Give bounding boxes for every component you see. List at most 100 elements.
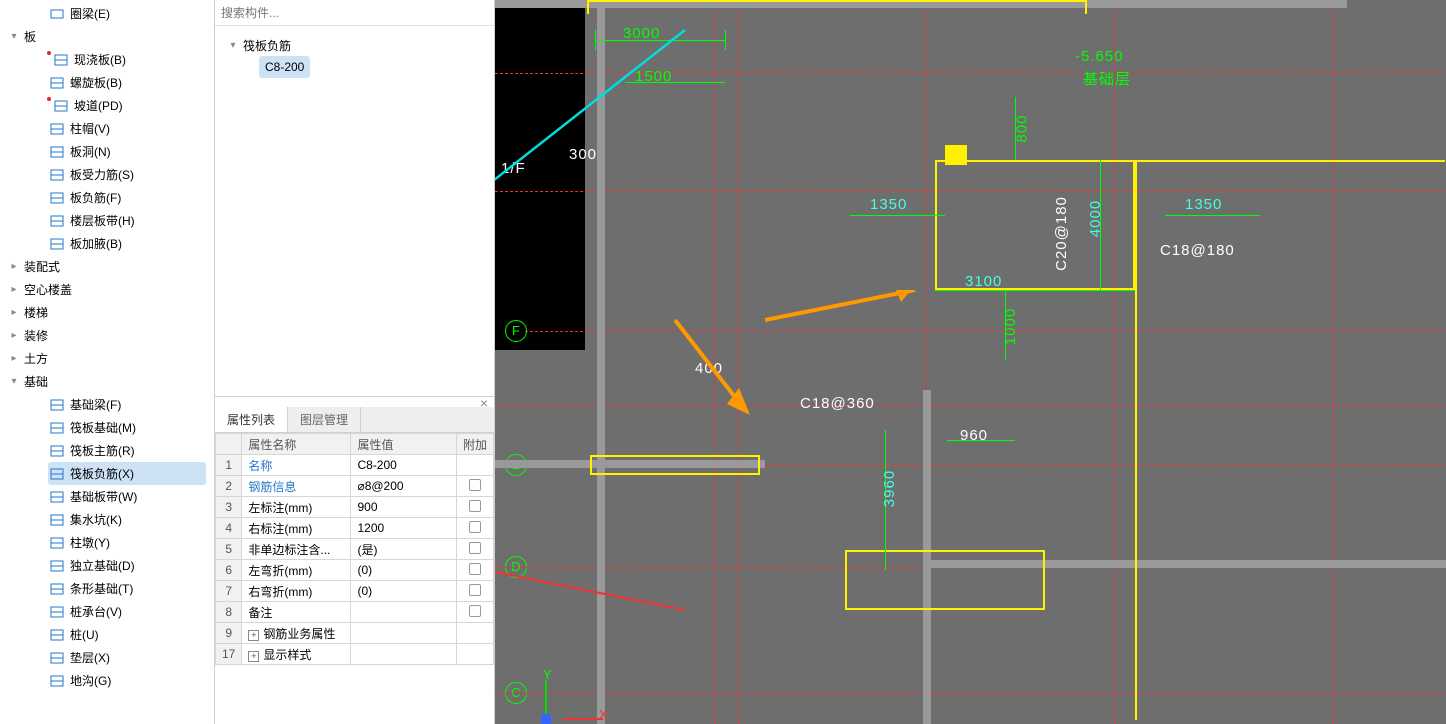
prop-name: 非单边标注含...	[242, 539, 351, 560]
prop-value[interactable]: (0)	[351, 581, 457, 602]
property-row[interactable]: 1名称C8-200	[216, 455, 494, 476]
prop-extra[interactable]	[456, 497, 493, 518]
tree-item[interactable]: 垫层(X)	[0, 646, 214, 669]
property-row[interactable]: 17+显示样式	[216, 644, 494, 665]
checkbox[interactable]	[469, 479, 481, 491]
prop-value[interactable]: (是)	[351, 539, 457, 560]
tree-item[interactable]: 螺旋板(B)	[0, 71, 214, 94]
prop-extra[interactable]	[456, 644, 493, 665]
dimext	[595, 30, 596, 50]
tab-properties[interactable]: 属性列表	[215, 407, 288, 432]
tree-label: 螺旋板(B)	[70, 74, 122, 91]
tree-label: 筏板主筋(R)	[70, 442, 135, 459]
property-row[interactable]: 5非单边标注含...(是)	[216, 539, 494, 560]
property-row[interactable]: 6左弯折(mm)(0)	[216, 560, 494, 581]
prop-extra[interactable]	[456, 476, 493, 497]
property-row[interactable]: 8备注	[216, 602, 494, 623]
tree-label: 现浇板(B)	[74, 51, 126, 68]
tree-item[interactable]: 桩(U)	[0, 623, 214, 646]
tree-item[interactable]: 板加腋(B)	[0, 232, 214, 255]
tree-item[interactable]: 桩承台(V)	[0, 600, 214, 623]
property-grid: 属性名称 属性值 附加 1名称C8-2002钢筋信息⌀8@2003左标注(mm)…	[215, 433, 494, 665]
tree-item[interactable]: 基础梁(F)	[0, 393, 214, 416]
tree-item[interactable]: 筏板基础(M)	[0, 416, 214, 439]
prop-name: +钢筋业务属性	[242, 623, 351, 644]
expand-icon[interactable]: +	[248, 630, 259, 641]
prop-value[interactable]: 900	[351, 497, 457, 518]
tree-label: 条形基础(T)	[70, 580, 133, 597]
prop-value[interactable]	[351, 623, 457, 644]
tree-group[interactable]: ▸装配式	[0, 255, 214, 278]
tree-item-ring-beam[interactable]: 圈梁(E)	[0, 2, 214, 25]
prop-extra[interactable]	[456, 518, 493, 539]
tree-item[interactable]: 筏板主筋(R)	[0, 439, 214, 462]
drawing-canvas[interactable]: F E D C 1/F 3000 1500 300 400 1350 1350 …	[495, 0, 1446, 724]
checkbox[interactable]	[469, 500, 481, 512]
property-row[interactable]: 9+钢筋业务属性	[216, 623, 494, 644]
checkbox[interactable]	[469, 542, 481, 554]
prop-extra[interactable]	[456, 581, 493, 602]
prop-value[interactable]	[351, 602, 457, 623]
tree-group-foundation[interactable]: ▾基础	[0, 370, 214, 393]
tree-group-board[interactable]: ▾板	[0, 25, 214, 48]
property-row[interactable]: 7右弯折(mm)(0)	[216, 581, 494, 602]
tree-group[interactable]: ▸空心楼盖	[0, 278, 214, 301]
checkbox[interactable]	[469, 584, 481, 596]
subtree-item-c8-200[interactable]: C8-200	[259, 56, 310, 78]
tree-label: 圈梁(E)	[70, 5, 110, 22]
tree-item[interactable]: 坡道(PD)	[0, 94, 214, 117]
dimext	[725, 30, 726, 50]
expand-icon[interactable]: +	[248, 651, 259, 662]
tree-item[interactable]: 筏板负筋(X)	[48, 462, 206, 485]
tree-item[interactable]: 柱墩(Y)	[0, 531, 214, 554]
row-number: 3	[216, 497, 242, 518]
grid-marker-F: F	[505, 320, 527, 342]
tree-group[interactable]: ▸楼梯	[0, 301, 214, 324]
subtree-root[interactable]: ▾筏板负筋	[227, 34, 486, 56]
tree-group[interactable]: ▸土方	[0, 347, 214, 370]
property-row[interactable]: 4右标注(mm)1200	[216, 518, 494, 539]
prop-extra[interactable]	[456, 602, 493, 623]
dim-400: 400	[695, 360, 723, 377]
tree-label: 柱墩(Y)	[70, 534, 110, 551]
prop-extra[interactable]	[456, 560, 493, 581]
dim-800: 800	[1014, 114, 1031, 142]
tree-item[interactable]: 现浇板(B)	[0, 48, 214, 71]
tree-item[interactable]: 集水坑(K)	[0, 508, 214, 531]
prop-value[interactable]	[351, 644, 457, 665]
tree-item[interactable]: 板负筋(F)	[0, 186, 214, 209]
tree-item[interactable]: 柱帽(V)	[0, 117, 214, 140]
tree-item[interactable]: 条形基础(T)	[0, 577, 214, 600]
tree-item[interactable]: 地沟(G)	[0, 669, 214, 692]
gridline	[739, 0, 740, 724]
search-input[interactable]	[215, 2, 494, 24]
tree-item[interactable]: 基础板带(W)	[0, 485, 214, 508]
prop-extra[interactable]	[456, 623, 493, 644]
axis-label-y: Y	[543, 667, 552, 682]
prop-name: +显示样式	[242, 644, 351, 665]
header-name: 属性名称	[242, 434, 351, 455]
property-row[interactable]: 3左标注(mm)900	[216, 497, 494, 518]
prop-value[interactable]: ⌀8@200	[351, 476, 457, 497]
component-panel: ▾筏板负筋 C8-200 属性列表 图层管理 属性名称 属性值 附加 1名称C8…	[215, 0, 495, 724]
checkbox[interactable]	[469, 605, 481, 617]
prop-extra[interactable]	[456, 539, 493, 560]
close-button[interactable]	[215, 397, 494, 407]
row-number: 5	[216, 539, 242, 560]
tree-label: 基础	[24, 373, 48, 390]
prop-value[interactable]: 1200	[351, 518, 457, 539]
tab-layers[interactable]: 图层管理	[288, 407, 361, 432]
component-icon	[50, 628, 64, 642]
checkbox[interactable]	[469, 521, 481, 533]
prop-value[interactable]: (0)	[351, 560, 457, 581]
component-icon	[50, 467, 64, 481]
tree-item[interactable]: 板洞(N)	[0, 140, 214, 163]
prop-value[interactable]: C8-200	[351, 455, 457, 476]
checkbox[interactable]	[469, 563, 481, 575]
prop-extra[interactable]	[456, 455, 493, 476]
tree-item[interactable]: 板受力筋(S)	[0, 163, 214, 186]
tree-item[interactable]: 独立基础(D)	[0, 554, 214, 577]
tree-item[interactable]: 楼层板带(H)	[0, 209, 214, 232]
property-row[interactable]: 2钢筋信息⌀8@200	[216, 476, 494, 497]
tree-group[interactable]: ▸装修	[0, 324, 214, 347]
